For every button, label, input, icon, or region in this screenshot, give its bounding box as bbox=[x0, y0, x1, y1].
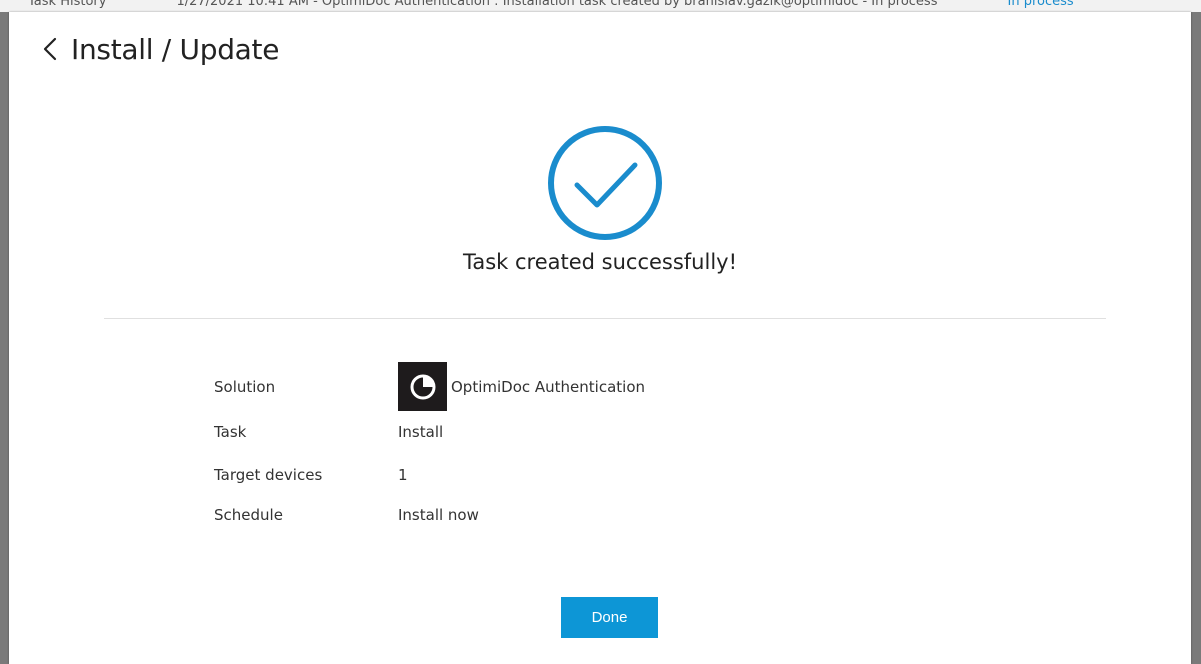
dialog-header: Install / Update bbox=[39, 32, 279, 66]
done-button[interactable]: Done bbox=[561, 597, 658, 638]
solution-name: OptimiDoc Authentication bbox=[451, 377, 646, 396]
chevron-left-icon[interactable] bbox=[39, 32, 61, 66]
install-update-dialog: Install / Update Task created successful… bbox=[9, 12, 1191, 664]
detail-row-target-devices: Target devices 1 bbox=[214, 466, 408, 484]
detail-value: OptimiDoc Authentication bbox=[398, 362, 645, 411]
detail-label: Target devices bbox=[214, 466, 323, 484]
success-message: Task created successfully! bbox=[462, 250, 738, 274]
page-title: Install / Update bbox=[71, 32, 280, 66]
detail-row-schedule: Schedule Install now bbox=[214, 506, 479, 524]
detail-value: 1 bbox=[398, 466, 408, 484]
detail-label: Task bbox=[214, 423, 247, 441]
detail-value: Install bbox=[398, 423, 444, 441]
checkmark-circle-icon bbox=[545, 123, 665, 243]
optimidoc-logo-icon bbox=[398, 362, 447, 411]
background-task-history-row: Task History 1/27/2021 10:41 AM - OptimiD… bbox=[0, 0, 1201, 12]
divider bbox=[104, 318, 1106, 319]
detail-row-task: Task Install bbox=[214, 423, 443, 441]
detail-label: Schedule bbox=[214, 506, 283, 524]
detail-label: Solution bbox=[214, 377, 276, 396]
detail-row-solution: Solution OptimiDoc Authentication bbox=[214, 362, 645, 411]
detail-value: Install now bbox=[398, 506, 479, 524]
